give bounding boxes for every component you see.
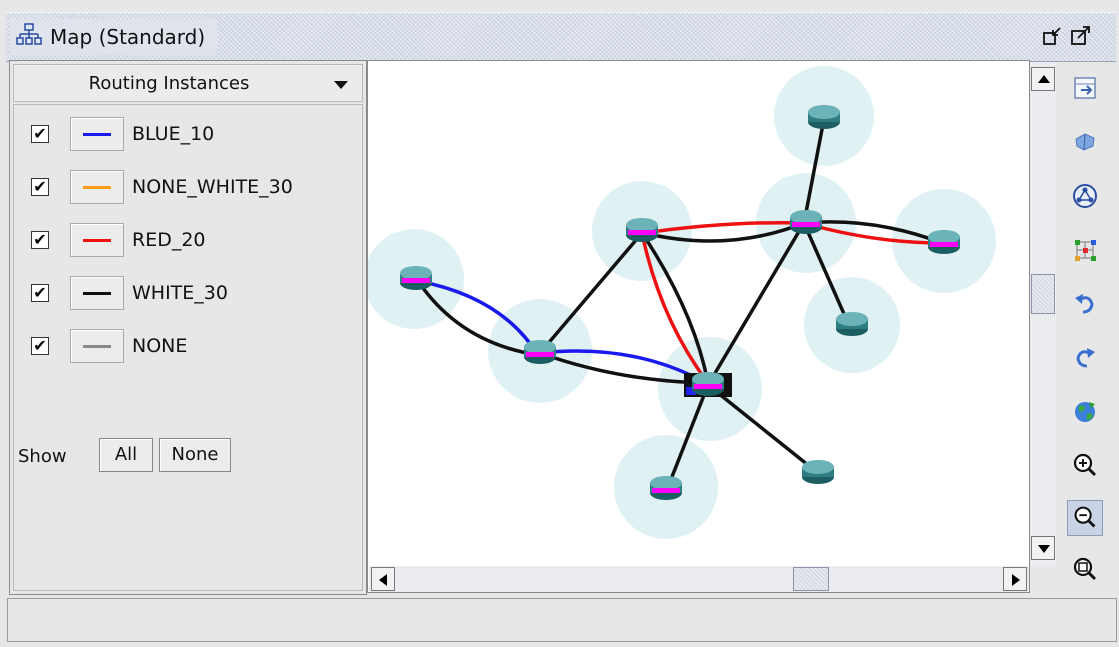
window-title: Map (Standard) [50, 25, 206, 49]
legend-checkbox[interactable]: ✔ [31, 337, 49, 355]
arrow-right-icon [1012, 574, 1020, 586]
scroll-left-button[interactable] [371, 567, 395, 591]
maximize-window-icon[interactable] [1070, 25, 1092, 47]
routing-instances-dropdown[interactable]: Routing Instances [13, 64, 363, 102]
legend-item-blue-10: ✔ BLUE_10 [14, 117, 362, 153]
layout-icon[interactable] [1067, 178, 1103, 214]
horizontal-scroll-thumb[interactable] [793, 567, 829, 591]
router-icon[interactable] [650, 476, 682, 500]
link-white-30[interactable] [706, 221, 806, 387]
color-swatch-button[interactable] [70, 329, 124, 363]
legend-item-red-20: ✔ RED_20 [14, 223, 362, 259]
router-icon[interactable] [692, 372, 724, 396]
router-icon[interactable] [836, 312, 868, 336]
show-all-button[interactable]: All [99, 438, 153, 472]
arrow-left-icon [379, 574, 387, 586]
map-canvas[interactable] [367, 60, 1030, 593]
status-bar [7, 598, 1117, 642]
map-toolbar [1057, 62, 1117, 592]
vertical-scrollbar[interactable] [1030, 62, 1056, 567]
router-icon[interactable] [790, 210, 822, 234]
scroll-down-button[interactable] [1031, 536, 1055, 560]
zoom-out-icon[interactable] [1067, 500, 1103, 536]
router-icon[interactable] [400, 266, 432, 290]
legend-label: NONE_WHITE_30 [132, 176, 293, 198]
arrow-down-icon [1038, 545, 1050, 553]
title-area: Map (Standard) [10, 19, 218, 55]
legend-checkbox[interactable]: ✔ [31, 178, 49, 196]
scroll-up-button[interactable] [1031, 67, 1055, 91]
zoom-fit-icon[interactable] [1067, 552, 1103, 588]
legend-checkbox[interactable]: ✔ [31, 125, 49, 143]
legend-label: NONE [132, 335, 188, 357]
router-icon[interactable] [524, 340, 556, 364]
minimize-window-icon[interactable] [1042, 25, 1064, 47]
vertical-scroll-thumb[interactable] [1031, 274, 1055, 314]
legend-list: ✔ BLUE_10 ✔ NONE_WHITE_30 ✔ RED_20 ✔ WHI… [13, 104, 363, 591]
legend-checkbox[interactable]: ✔ [31, 231, 49, 249]
color-swatch-button[interactable] [70, 223, 124, 257]
zoom-in-icon[interactable] [1067, 448, 1103, 484]
color-swatch-button[interactable] [70, 117, 124, 151]
show-none-button[interactable]: None [159, 438, 231, 472]
legend-checkbox[interactable]: ✔ [31, 284, 49, 302]
legend-label: WHITE_30 [132, 282, 228, 304]
color-swatch-button[interactable] [70, 170, 124, 204]
legend-item-none-white-30: ✔ NONE_WHITE_30 [14, 170, 362, 206]
fit-to-window-icon[interactable] [1067, 70, 1103, 106]
redo-icon[interactable] [1067, 340, 1103, 376]
router-icon[interactable] [928, 230, 960, 254]
show-label: Show [18, 446, 67, 467]
scroll-right-button[interactable] [1003, 567, 1027, 591]
legend-label: RED_20 [132, 229, 206, 251]
undo-icon[interactable] [1067, 286, 1103, 322]
legend-label: BLUE_10 [132, 123, 215, 145]
chevron-down-icon[interactable] [334, 81, 348, 89]
router-icon[interactable] [626, 218, 658, 242]
link-white-30[interactable] [538, 231, 644, 355]
color-swatch-button[interactable] [70, 276, 124, 310]
router-icon[interactable] [802, 460, 834, 484]
select-icon[interactable] [1067, 124, 1103, 160]
network-topology-graph[interactable] [368, 61, 1029, 566]
router-icon[interactable] [808, 105, 840, 129]
dropdown-label: Routing Instances [88, 73, 250, 94]
arrow-up-icon [1038, 75, 1050, 83]
app-window: Map (Standard) Routing Instances ✔ BLUE_… [0, 0, 1119, 647]
horizontal-scrollbar[interactable] [369, 566, 1029, 592]
legend-item-white-30: ✔ WHITE_30 [14, 276, 362, 312]
network-map-icon [16, 23, 42, 51]
grid-layout-icon[interactable] [1067, 232, 1103, 268]
title-bar[interactable]: Map (Standard) [6, 12, 1116, 62]
refresh-globe-icon[interactable] [1067, 394, 1103, 430]
legend-panel: Routing Instances ✔ BLUE_10 ✔ NONE_WHITE… [9, 60, 367, 595]
legend-item-none: ✔ NONE [14, 329, 362, 365]
